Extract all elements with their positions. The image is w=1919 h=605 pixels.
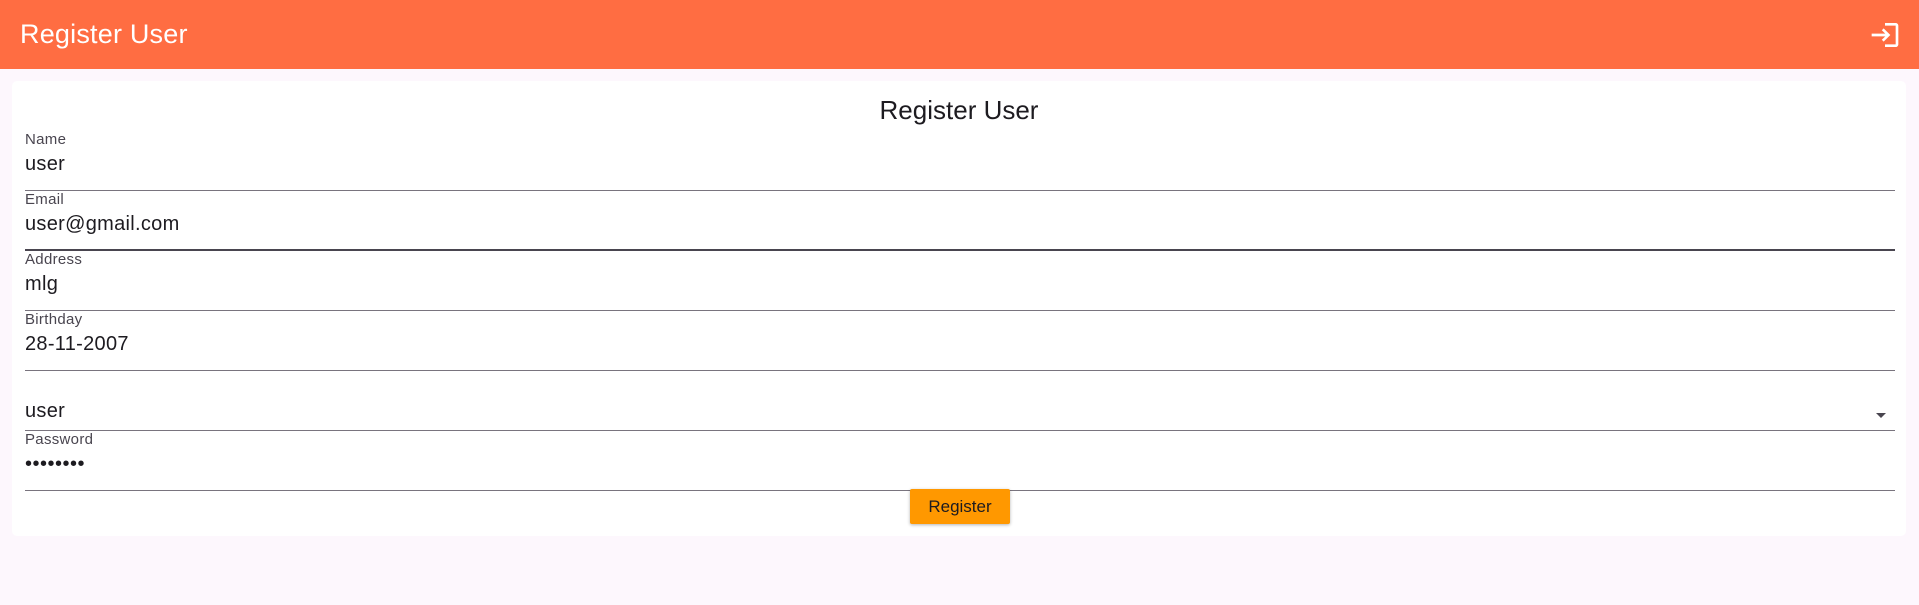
email-field-value[interactable]: user@gmail.com [25, 213, 180, 236]
login-button[interactable] [1861, 11, 1909, 59]
address-field-value[interactable]: mlg [25, 273, 58, 296]
email-field-label: Email [25, 191, 65, 208]
address-field[interactable]: Address mlg [25, 251, 1895, 311]
address-field-label: Address [25, 251, 83, 268]
name-field-label: Name [25, 131, 67, 148]
role-select[interactable]: user [25, 371, 1895, 431]
register-button[interactable]: Register [910, 489, 1010, 524]
password-field-value[interactable]: •••••••• [25, 453, 85, 476]
register-form-card: Register User Name user Email user@gmail… [12, 81, 1906, 536]
name-field-value[interactable]: user [25, 153, 65, 176]
email-field[interactable]: Email user@gmail.com [25, 191, 1895, 251]
birthday-field[interactable]: Birthday 28-11-2007 [25, 311, 1895, 371]
name-field[interactable]: Name user [25, 131, 1895, 191]
login-icon [1871, 22, 1899, 47]
app-bar: Register User [0, 0, 1919, 69]
form-title: Register User [879, 95, 1039, 125]
birthday-field-value[interactable]: 28-11-2007 [25, 333, 129, 356]
app-bar-title: Register User [20, 19, 188, 49]
role-select-value[interactable]: user [25, 400, 65, 423]
birthday-field-label: Birthday [25, 311, 83, 328]
arrow-drop-down-icon[interactable] [1869, 403, 1893, 427]
password-field[interactable]: Password •••••••• [25, 431, 1895, 491]
password-field-label: Password [25, 431, 94, 448]
